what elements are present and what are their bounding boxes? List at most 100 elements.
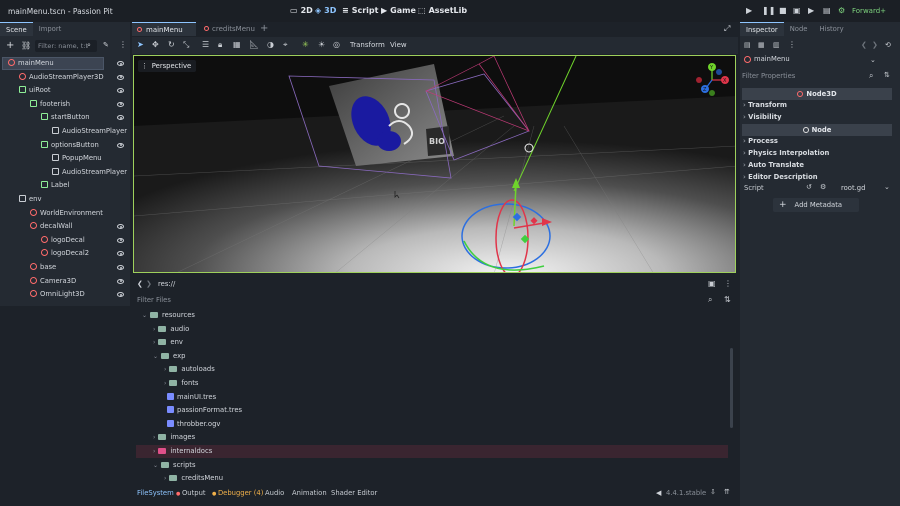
scene-tree-item[interactable]: Camera3D: [30, 275, 76, 288]
list-select-icon[interactable]: ☰: [202, 40, 209, 49]
scrollbar[interactable]: [730, 348, 733, 428]
expand-panel-icon[interactable]: ⇈: [724, 488, 730, 496]
expand-arrow-icon[interactable]: ⌄: [142, 312, 147, 319]
sort-icon[interactable]: ⇅: [724, 295, 731, 304]
script-value[interactable]: root.gd: [841, 184, 865, 192]
scene-tree-item[interactable]: logoDecal: [41, 234, 85, 247]
folder-item[interactable]: › creditsMenu: [164, 472, 223, 485]
folder-item[interactable]: ⌄ scripts: [153, 459, 196, 472]
play-icon[interactable]: ▶: [746, 6, 752, 15]
scene-tree-item[interactable]: AudioStreamPlayer: [52, 125, 127, 138]
sun-preview-icon[interactable]: ✳: [302, 40, 309, 49]
scene-tree-item[interactable]: optionsButton: [41, 139, 99, 152]
visibility-eye-icon[interactable]: [117, 61, 124, 66]
snap-icon[interactable]: ⌖: [283, 40, 288, 50]
expand-arrow-icon[interactable]: ⌄: [153, 462, 158, 469]
tab-history[interactable]: History: [813, 22, 849, 36]
scene-tree-item[interactable]: AudioStreamPlayer3D: [19, 71, 104, 84]
visibility-eye-icon[interactable]: [117, 292, 124, 298]
inspector-group[interactable]: › Editor Description: [743, 173, 818, 181]
scene-tree-item[interactable]: PopupMenu: [52, 152, 102, 165]
chevron-down-icon[interactable]: ⌄: [870, 56, 876, 64]
more-icon[interactable]: ⋮: [119, 40, 127, 49]
folder-item[interactable]: › autoloads: [164, 363, 215, 376]
fx-preview-icon[interactable]: ◎: [333, 40, 340, 49]
local-space-icon[interactable]: ◑: [267, 40, 274, 49]
lock-icon[interactable]: 🔒︎: [218, 40, 222, 50]
folder-item[interactable]: ⌄ exp: [153, 350, 185, 363]
visibility-eye-icon[interactable]: [117, 251, 124, 257]
inspector-group[interactable]: › Transform: [743, 101, 787, 109]
tab-creditsmenu[interactable]: creditsMenu: [200, 22, 262, 36]
scene-tree-item[interactable]: env: [19, 193, 42, 206]
bottom-tab-4[interactable]: Animation: [292, 489, 327, 497]
add-tab-icon[interactable]: +: [260, 23, 268, 34]
search-icon[interactable]: ⌕: [869, 71, 873, 81]
bottom-tab-0[interactable]: FileSystem: [137, 489, 174, 497]
add-node-icon[interactable]: +: [6, 40, 14, 51]
object-history-icon[interactable]: ⟲: [885, 41, 891, 49]
play-custom-icon[interactable]: ▤: [823, 6, 831, 15]
inspector-group[interactable]: › Process: [743, 137, 778, 145]
scene-tree-item[interactable]: mainMenu: [8, 57, 54, 70]
visibility-eye-icon[interactable]: [117, 237, 124, 243]
history-back-icon[interactable]: ❮: [861, 41, 867, 49]
folder-item[interactable]: › audio: [153, 323, 189, 336]
transform-menu[interactable]: Transform: [350, 41, 385, 49]
search-icon[interactable]: ⌕: [708, 295, 712, 305]
scene-tree-item[interactable]: WorldEnvironment: [30, 207, 103, 220]
folder-item[interactable]: › images: [153, 431, 195, 444]
open-resource-icon[interactable]: ▦: [758, 41, 765, 49]
add-metadata-button[interactable]: + Add Metadata: [773, 198, 859, 212]
forward-icon[interactable]: ❯: [146, 280, 152, 288]
stop-icon[interactable]: ■: [779, 6, 787, 15]
scene-tree-item[interactable]: Label: [41, 179, 69, 192]
scene-tree-item[interactable]: AudioStreamPlayer: [52, 166, 127, 179]
visibility-eye-icon[interactable]: [117, 115, 124, 121]
sort-icon[interactable]: ⇅: [884, 71, 890, 79]
chevron-down-icon[interactable]: ⌄: [884, 183, 890, 191]
group-icon[interactable]: ▦: [233, 40, 241, 49]
rotate-mode-icon[interactable]: ↻: [168, 40, 175, 49]
scene-tree-item[interactable]: base: [30, 261, 56, 274]
new-resource-icon[interactable]: ▤: [744, 41, 751, 49]
expand-arrow-icon[interactable]: ›: [153, 448, 155, 455]
kebab-icon[interactable]: ⋮: [724, 279, 732, 288]
folder-item[interactable]: ⌄ resources: [142, 309, 195, 322]
move-mode-icon[interactable]: ✥: [152, 40, 159, 49]
scale-mode-icon[interactable]: ⤡: [183, 40, 189, 50]
inspected-object[interactable]: mainMenu: [754, 55, 790, 63]
perspective-menu[interactable]: ⋮ Perspective: [138, 60, 197, 72]
expand-arrow-icon[interactable]: ›: [164, 366, 166, 373]
ruler-icon[interactable]: 📐︎: [249, 40, 259, 49]
workspace-script-button[interactable]: ≡ Script: [342, 6, 378, 15]
workspace-game-button[interactable]: ▶ Game: [381, 6, 416, 15]
filter-properties-input[interactable]: Filter Properties: [742, 72, 795, 80]
layout-icon[interactable]: ▣: [708, 279, 716, 288]
save-resource-icon[interactable]: ▥: [773, 41, 780, 49]
history-forward-icon[interactable]: ❯: [872, 41, 878, 49]
bottom-tab-3[interactable]: Audio: [265, 489, 284, 497]
workspace-3d-button[interactable]: ◈ 3D: [315, 6, 336, 15]
expand-arrow-icon[interactable]: ⌄: [153, 353, 158, 360]
view-menu[interactable]: View: [390, 41, 407, 49]
select-mode-icon[interactable]: ➤: [137, 40, 144, 49]
visibility-eye-icon[interactable]: [117, 265, 124, 270]
expand-arrow-icon[interactable]: ›: [164, 475, 166, 482]
visibility-eye-icon[interactable]: [117, 88, 124, 94]
pause-icon[interactable]: ❚❚: [762, 6, 775, 15]
tab-inspector[interactable]: Inspector: [740, 22, 784, 36]
inspector-group[interactable]: › Auto Translate: [743, 161, 804, 169]
movie-maker-icon[interactable]: ⚙: [838, 6, 845, 15]
bottom-tab-1[interactable]: ● Output: [176, 489, 206, 497]
visibility-eye-icon[interactable]: [117, 142, 124, 148]
folder-item[interactable]: › internaldocs: [153, 445, 212, 458]
workspace-assetlib-button[interactable]: ⬚ AssetLib: [418, 6, 467, 15]
tab-node[interactable]: Node: [784, 22, 814, 36]
visibility-eye-icon[interactable]: [117, 74, 124, 80]
tab-mainmenu[interactable]: mainMenu: [132, 22, 196, 36]
expand-arrow-icon[interactable]: ›: [164, 380, 166, 387]
tab-import[interactable]: Import: [33, 22, 68, 36]
reset-icon[interactable]: ↺: [806, 183, 812, 191]
remote-debug-icon[interactable]: ▣: [793, 6, 801, 15]
